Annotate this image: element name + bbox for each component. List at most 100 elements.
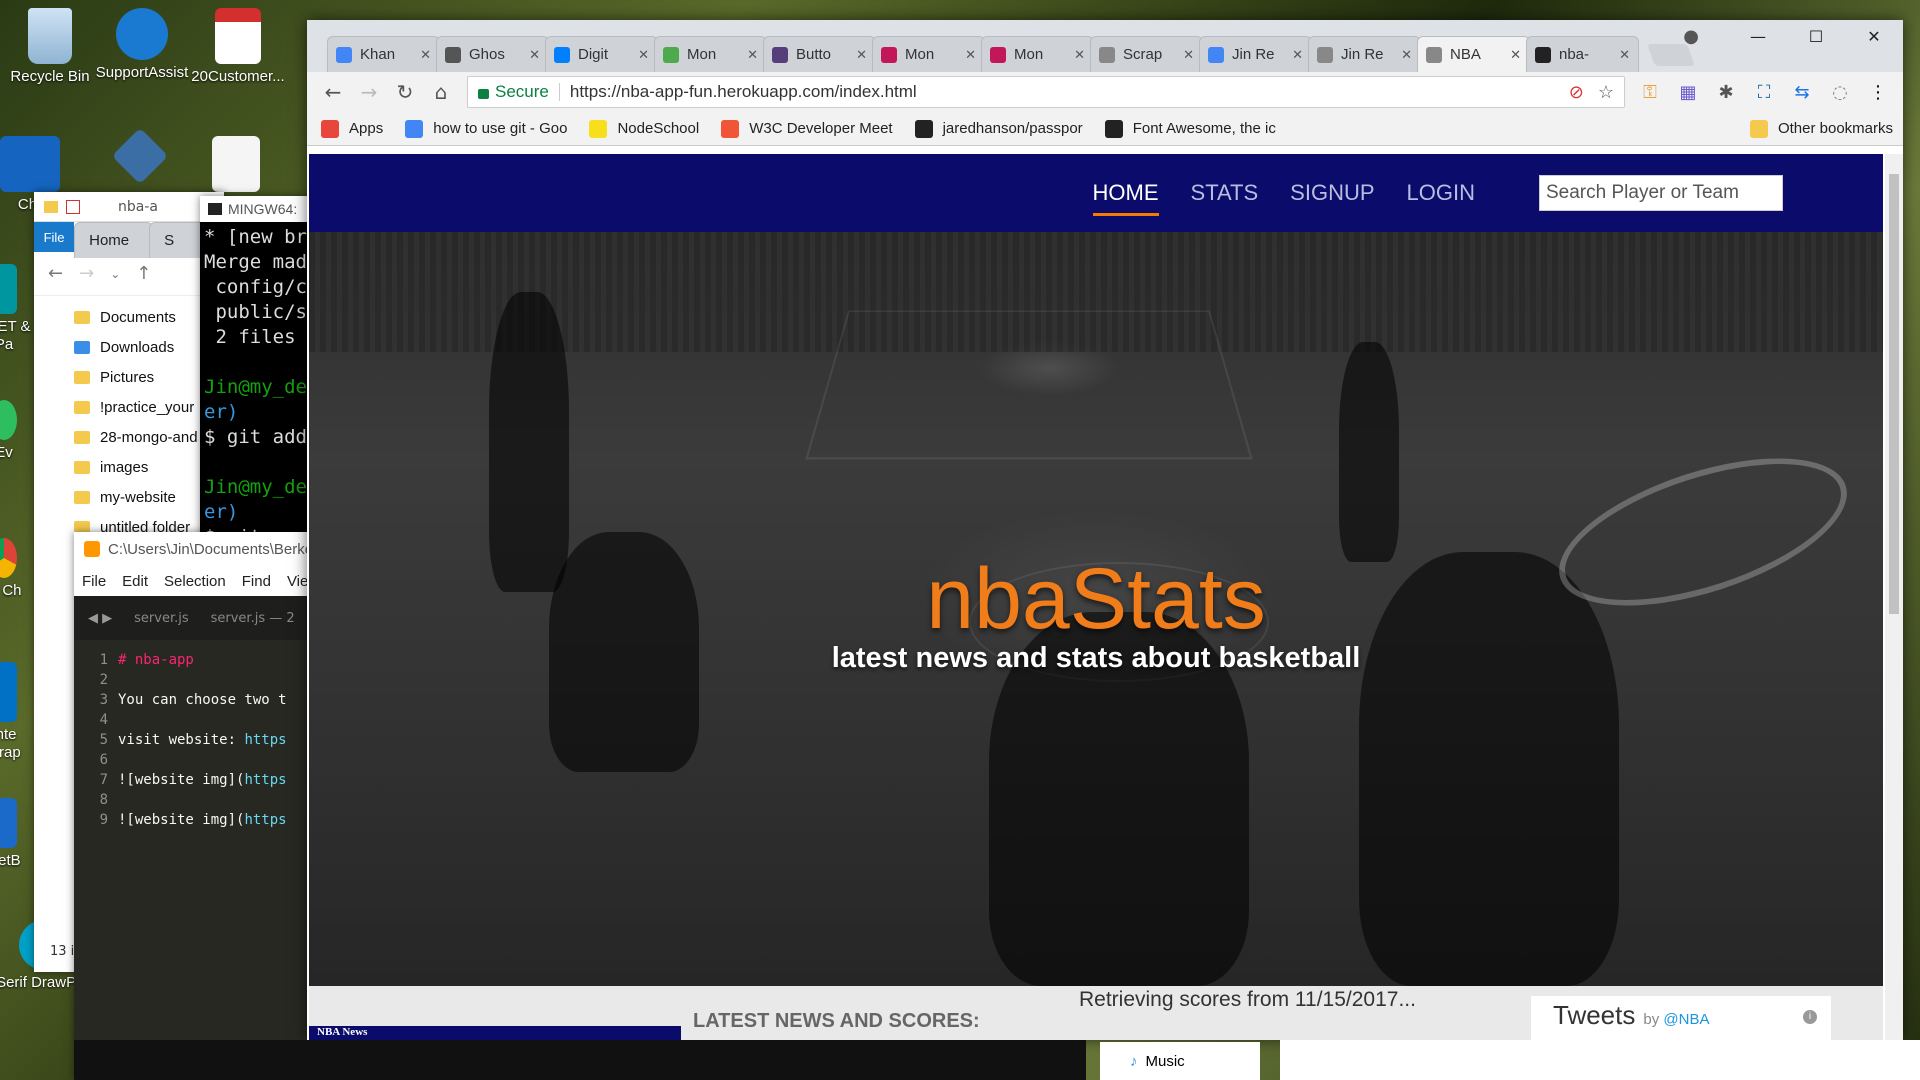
tab-close-icon[interactable]: ✕ [1074,47,1085,63]
browser-tab[interactable]: Mon ✕ [981,36,1094,72]
browser-tab[interactable]: Jin Re ✕ [1308,36,1421,72]
editor-tab[interactable]: server.js — 2 [211,611,295,626]
nav-stats[interactable]: STATS [1191,174,1259,212]
star-icon[interactable]: ☆ [1598,82,1614,103]
music-folder[interactable]: ♪ Music [1100,1042,1260,1080]
supportassist-icon[interactable]: SupportAssist [92,8,192,82]
forward-icon[interactable]: → [353,76,385,108]
editor-titlebar[interactable]: C:\Users\Jin\Documents\Berke [74,532,314,566]
menu-file[interactable]: File [82,573,106,590]
code-line[interactable]: 5 visit website: https [74,730,314,750]
nav-home[interactable]: HOME [1092,174,1159,216]
code-line[interactable]: 7 ![website img](https [74,770,314,790]
bookmark-item[interactable]: NodeSchool [589,119,699,138]
menu-edit[interactable]: Edit [122,573,148,590]
bookmark-item[interactable]: Font Awesome, the ic [1104,119,1276,138]
menu-kebab-icon[interactable]: ⋮ [1863,77,1893,107]
code-line[interactable]: 6 [74,750,314,770]
chevron-down-icon[interactable]: ⌄ [110,267,120,281]
tree-item[interactable]: 28-mongo-and [34,422,224,452]
extension-arrows-icon[interactable]: ⇆ [1787,77,1817,107]
menu-selection[interactable]: Selection [164,573,226,590]
extension-bug-icon[interactable]: ✱ [1711,77,1741,107]
menu-find[interactable]: Find [242,573,271,590]
code-line[interactable]: 2 [74,670,314,690]
search-input[interactable] [1539,175,1783,211]
editor-code[interactable]: 1 # nba-app 2 3 You can choose two t 4 5 visit … [74,640,314,830]
cards-app-icon[interactable] [186,136,286,196]
new-tab-button[interactable] [1646,44,1696,66]
code-line[interactable]: 4 [74,710,314,730]
code-line[interactable]: 8 [74,790,314,810]
browser-tab[interactable]: Khan ✕ [327,36,440,72]
terminal-titlebar[interactable]: MINGW64: [200,196,310,222]
page-scrollbar[interactable] [1885,154,1903,1040]
browser-tab[interactable]: Jin Re ✕ [1199,36,1312,72]
tab-close-icon[interactable]: ✕ [420,47,431,63]
close-icon[interactable]: ✕ [1845,20,1903,54]
back-arrow-icon[interactable]: ← [48,263,63,284]
bookmark-item[interactable]: Apps [321,119,383,138]
browser-tab[interactable]: Mon ✕ [872,36,985,72]
netbeans-icon[interactable]: NetB [0,798,34,870]
info-icon[interactable]: i [1803,1010,1817,1024]
bookmark-item[interactable]: how to use git - Goo [405,119,567,138]
url-text[interactable]: https://nba-app-fun.herokuapp.com/index.… [570,82,917,102]
ribbon-file-tab[interactable]: File [34,222,75,252]
profile-icon[interactable]: ● [1683,26,1699,47]
intel-graphics-icon[interactable]: Inte Grap [0,662,34,762]
ribbon-home-tab[interactable]: Home [74,222,154,258]
reload-icon[interactable]: ↻ [389,76,421,108]
extension-crop-icon[interactable]: ⛶ [1749,77,1779,107]
tab-close-icon[interactable]: ✕ [747,47,758,63]
back-icon[interactable]: ← [317,76,349,108]
address-bar[interactable]: Secure https://nba-app-fun.herokuapp.com… [467,76,1625,108]
twitter-handle-link[interactable]: @NBA [1663,1011,1709,1028]
tab-close-icon[interactable]: ✕ [638,47,649,63]
browser-tab[interactable]: NBA ✕ [1417,36,1530,72]
tab-close-icon[interactable]: ✕ [856,47,867,63]
tree-item[interactable]: my-website [34,482,224,512]
extension-circle-icon[interactable]: ◌ [1825,77,1855,107]
other-bookmarks[interactable]: Other bookmarks [1749,119,1903,138]
code-line[interactable]: 3 You can choose two t [74,690,314,710]
nav-signup[interactable]: SIGNUP [1290,174,1374,212]
tab-close-icon[interactable]: ✕ [1401,47,1412,63]
forward-arrow-icon[interactable]: → [79,263,94,284]
browser-tab[interactable]: Butto ✕ [763,36,876,72]
browser-tab[interactable]: Scrap ✕ [1090,36,1203,72]
tab-close-icon[interactable]: ✕ [529,47,540,63]
secure-indicator[interactable]: Secure [478,82,549,102]
pdf-file-icon[interactable]: 20Customer... [188,8,288,86]
home-icon[interactable]: ⌂ [425,76,457,108]
chrome-shortcut-icon[interactable]: G Ch [0,538,34,600]
tab-close-icon[interactable]: ✕ [1183,47,1194,63]
tab-close-icon[interactable]: ✕ [1510,47,1521,63]
code-line[interactable]: 1 # nba-app [74,650,314,670]
recycle-bin-icon[interactable]: Recycle Bin [0,8,100,86]
tab-nav-arrows-icon[interactable]: ◀ ▶ [88,611,112,626]
blue-app-icon[interactable] [90,127,190,185]
blocked-popup-icon[interactable]: ⊘ [1569,82,1584,103]
minimize-icon[interactable]: — [1729,20,1787,54]
tab-close-icon[interactable]: ✕ [965,47,976,63]
tree-item[interactable]: images [34,452,224,482]
extension-grid-icon[interactable]: ▦ [1673,77,1703,107]
nav-login[interactable]: LOGIN [1407,174,1475,212]
browser-tab[interactable]: Mon ✕ [654,36,767,72]
code-line[interactable]: 9 ![website img](https [74,810,314,830]
terminal-window[interactable]: MINGW64: * [new br Merge made config/co p… [200,196,310,546]
evernote-icon[interactable]: Ev [0,400,34,462]
browser-tab[interactable]: nba- ✕ [1526,36,1639,72]
scrollbar-thumb[interactable] [1889,174,1899,614]
maximize-icon[interactable]: ☐ [1787,20,1845,54]
tab-close-icon[interactable]: ✕ [1619,47,1630,63]
tree-item[interactable]: Downloads [34,332,224,362]
tree-item[interactable]: Pictures [34,362,224,392]
tab-close-icon[interactable]: ✕ [1292,47,1303,63]
tree-item[interactable]: !practice_your [34,392,224,422]
browser-tab[interactable]: Ghos ✕ [436,36,549,72]
browser-tab[interactable]: Digit ✕ [545,36,658,72]
bookmark-item[interactable]: jaredhanson/passpor [914,119,1083,138]
editor-tab[interactable]: server.js [134,611,188,626]
